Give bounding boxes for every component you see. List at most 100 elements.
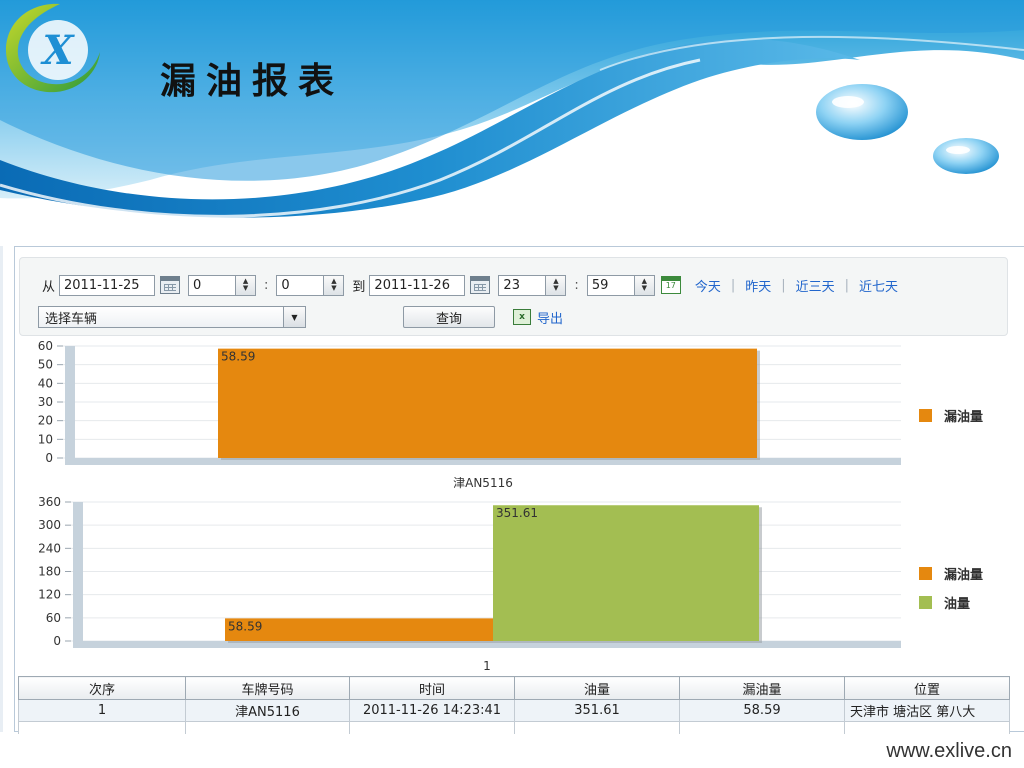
footer-url: www.exlive.cn — [886, 740, 1012, 762]
table-row[interactable]: 1 津AN5116 2011-11-26 14:23:41 351.61 58.… — [18, 699, 1010, 722]
start-date-input[interactable]: 2011-11-25 — [59, 274, 156, 296]
table-header-row: 次序 车牌号码 时间 油量 漏油量 位置 — [18, 676, 1010, 700]
end-minute-stepper[interactable]: 59 ▲ ▼ — [586, 274, 655, 296]
y-tick-label: 50 — [38, 358, 53, 372]
y-tick-label: 30 — [38, 395, 53, 409]
legend-item: 油量 — [919, 593, 983, 612]
start-hour-value[interactable]: 0 — [189, 276, 235, 295]
legend-label: 油量 — [944, 597, 971, 612]
data-label: 58.59 — [221, 350, 255, 364]
data-label: 58.59 — [228, 619, 262, 633]
y-tick-label: 40 — [38, 376, 53, 390]
table-row-empty — [18, 721, 1010, 734]
column-header[interactable]: 位置 — [844, 676, 1010, 700]
table-cell — [844, 721, 1010, 734]
end-hour-value[interactable]: 23 — [499, 276, 545, 295]
action-row: 选择车辆 ▼ 查询 x 导出 — [38, 306, 563, 328]
table-cell — [185, 721, 350, 734]
svg-text:X: X — [39, 27, 75, 74]
start-minute-stepper[interactable]: 0 ▲ ▼ — [276, 274, 345, 296]
y-tick-label: 10 — [38, 432, 53, 446]
y-tick-label: 120 — [38, 588, 61, 602]
data-table: 次序 车牌号码 时间 油量 漏油量 位置 1 津AN5116 2011-11-2… — [18, 676, 1010, 734]
date-range-row: 从 2011-11-25 0 ▲ ▼ : 0 ▲ ▼ 到 2011-11-26 23… — [38, 274, 904, 296]
chart-legend: 漏油量 油量 — [919, 564, 983, 612]
link-separator: | — [781, 277, 786, 293]
leak-amount-chart-svg: 0 10 20 30 40 50 60 58.59 津AN5116 — [38, 339, 901, 490]
column-header[interactable]: 漏油量 — [679, 676, 845, 700]
quick-link-yesterday[interactable]: 昨天 — [745, 276, 771, 295]
link-separator: | — [730, 277, 736, 293]
quick-link-today[interactable]: 今天 — [695, 276, 721, 295]
bar — [493, 505, 759, 641]
y-tick-label: 300 — [38, 518, 61, 532]
data-label: 351.61 — [496, 506, 538, 520]
table-cell: 351.61 — [514, 699, 680, 722]
y-tick-label: 60 — [38, 339, 53, 353]
calendar-icon[interactable] — [470, 276, 491, 294]
end-hour-stepper[interactable]: 23 ▲ ▼ — [498, 274, 567, 296]
time-colon: : — [574, 277, 579, 293]
to-label: 到 — [352, 279, 366, 295]
table-cell — [679, 721, 845, 734]
bar — [218, 348, 757, 458]
green-calendar-icon[interactable]: 17 — [660, 276, 681, 294]
from-label: 从 — [42, 279, 56, 295]
quick-link-last-seven-days[interactable]: 近七天 — [859, 276, 898, 295]
y-tick-label: 240 — [38, 541, 61, 555]
legend-label: 漏油量 — [944, 410, 984, 425]
export-label: 导出 — [537, 311, 564, 327]
end-minute-value[interactable]: 59 — [588, 276, 634, 295]
link-separator: | — [844, 277, 850, 293]
table-cell: 天津市 塘沽区 第八大 — [844, 699, 1010, 722]
y-axis-wall — [65, 346, 75, 458]
x-axis-label: 津AN5116 — [453, 476, 513, 490]
filter-toolbar: 从 2011-11-25 0 ▲ ▼ : 0 ▲ ▼ 到 2011-11-26 23… — [19, 257, 1008, 336]
quick-link-last-three-days[interactable]: 近三天 — [796, 276, 835, 295]
y-tick-label: 20 — [38, 414, 53, 428]
export-button[interactable]: x 导出 — [513, 308, 563, 327]
vehicle-select[interactable]: 选择车辆 ▼ — [38, 306, 306, 328]
oil-amount-chart: 0 60 120 180 240 300 360 58.59 351.61 1 漏油量 油量 — [19, 494, 1024, 676]
column-header[interactable]: 时间 — [349, 676, 515, 700]
start-minute-value[interactable]: 0 — [277, 276, 323, 295]
vehicle-select-value: 选择车辆 — [45, 311, 98, 327]
table-cell: 2011-11-26 14:23:41 — [349, 699, 515, 722]
column-header[interactable]: 油量 — [514, 676, 680, 700]
spinner-arrows-icon[interactable]: ▲ ▼ — [545, 275, 566, 295]
start-hour-stepper[interactable]: 0 ▲ ▼ — [188, 274, 257, 296]
chart-legend: 漏油量 — [919, 406, 983, 425]
time-colon: : — [264, 277, 269, 293]
y-tick-label: 0 — [45, 451, 53, 465]
column-header[interactable]: 次序 — [18, 676, 186, 700]
legend-item: 漏油量 — [919, 406, 983, 425]
page: X 漏油报表 从 2011-11-25 0 ▲ ▼ : 0 ▲ ▼ 到 2011-1… — [0, 0, 1024, 768]
chevron-down-icon[interactable]: ▼ — [283, 307, 305, 327]
report-table: 次序 车牌号码 时间 油量 漏油量 位置 1 津AN5116 2011-11-2… — [18, 676, 1010, 734]
legend-swatch — [919, 567, 932, 580]
legend-item: 漏油量 — [919, 564, 983, 583]
end-date-input[interactable]: 2011-11-26 — [369, 274, 466, 296]
page-title: 漏油报表 — [160, 61, 345, 102]
spinner-arrows-icon[interactable]: ▲ ▼ — [633, 275, 654, 295]
x-axis-label: 1 — [483, 659, 491, 673]
excel-icon: x — [513, 309, 531, 325]
table-cell — [514, 721, 680, 734]
y-tick-label: 180 — [38, 565, 61, 579]
spinner-arrows-icon[interactable]: ▲ ▼ — [235, 275, 256, 295]
left-divider — [0, 246, 3, 732]
leak-amount-chart: 0 10 20 30 40 50 60 58.59 津AN5116 漏油量 — [19, 338, 1024, 494]
query-button[interactable]: 查询 — [403, 306, 495, 328]
legend-label: 漏油量 — [944, 568, 984, 583]
water-wave-graphic — [0, 0, 1024, 246]
spinner-arrows-icon[interactable]: ▲ ▼ — [323, 275, 344, 295]
table-cell — [18, 721, 186, 734]
legend-swatch — [919, 409, 932, 422]
y-tick-label: 360 — [38, 495, 61, 509]
calendar-icon[interactable] — [160, 276, 181, 294]
table-cell — [349, 721, 515, 734]
column-header[interactable]: 车牌号码 — [185, 676, 350, 700]
y-axis-wall — [73, 502, 83, 641]
table-cell: 津AN5116 — [185, 699, 350, 722]
y-tick-label: 60 — [46, 611, 61, 625]
